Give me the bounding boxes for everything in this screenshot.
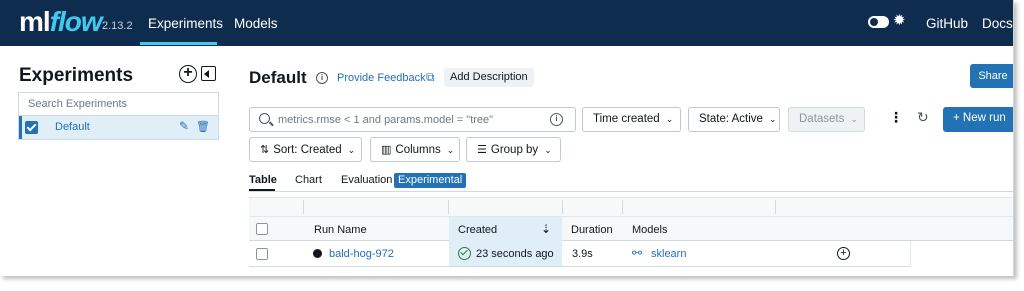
time-created-dropdown[interactable]: Time created ⌄ <box>582 107 681 132</box>
refresh-icon[interactable]: ↻ <box>917 109 929 126</box>
share-button[interactable]: Share <box>970 64 1013 88</box>
more-options-icon[interactable]: ⋮ <box>889 109 903 126</box>
search-experiments-input[interactable]: Search Experiments <box>18 92 219 115</box>
chevron-down-icon: ⌄ <box>544 145 552 155</box>
tab-evaluation[interactable]: Evaluation <box>341 174 392 186</box>
experiment-checkbox[interactable] <box>25 121 38 134</box>
model-link[interactable]: sklearn <box>651 248 686 260</box>
header-run-name[interactable]: Run Name <box>314 224 367 236</box>
column-separator <box>448 200 449 214</box>
plus-icon: + <box>953 112 963 124</box>
sidebar-item-default[interactable]: Default ✎ 🗑 <box>18 115 219 140</box>
active-nav-indicator <box>140 42 217 45</box>
tabs-divider <box>249 191 1013 192</box>
table-group-header <box>249 197 1013 217</box>
list-icon: ☰ <box>477 144 487 156</box>
mlflow-window: mlflow 2.13.2 Experiments Models ✹ GitHu… <box>0 0 1014 276</box>
experiments-sidebar: Experiments + Search Experiments Default… <box>0 46 228 276</box>
selected-indicator <box>19 116 22 139</box>
add-column-icon[interactable]: + <box>837 247 850 260</box>
run-name-link[interactable]: bald-hog-972 <box>329 248 394 260</box>
search-icon <box>259 113 270 124</box>
top-navbar: mlflow 2.13.2 Experiments Models ✹ GitHu… <box>0 0 1013 46</box>
search-info-icon[interactable]: i <box>550 113 563 126</box>
sun-icon: ✹ <box>893 12 906 29</box>
column-separator <box>562 200 563 214</box>
row-checkbox[interactable] <box>256 248 268 260</box>
column-separator <box>303 200 304 214</box>
column-separator <box>622 200 623 214</box>
duration-value: 3.9s <box>572 248 593 260</box>
edit-icon[interactable]: ✎ <box>179 119 189 133</box>
nav-github[interactable]: GitHub <box>926 16 968 31</box>
version-label: 2.13.2 <box>102 20 133 32</box>
info-icon[interactable]: i <box>316 72 328 84</box>
column-separator <box>775 200 776 214</box>
model-icon: ⚯ <box>632 246 643 260</box>
nav-docs[interactable]: Docs <box>982 16 1013 31</box>
add-description-button[interactable]: Add Description <box>444 68 534 87</box>
state-dropdown[interactable]: State: Active ⌄ <box>688 107 780 132</box>
delete-icon[interactable]: 🗑 <box>196 120 210 133</box>
nav-experiments[interactable]: Experiments <box>148 16 223 31</box>
external-link-icon[interactable]: ⧉ <box>426 70 435 85</box>
header-models[interactable]: Models <box>632 224 667 236</box>
columns-icon: ▥ <box>381 144 392 156</box>
sort-descending-icon[interactable]: ⇣ <box>541 222 551 236</box>
chevron-down-icon: ⌄ <box>768 114 777 124</box>
sort-icon: ⇅ <box>260 144 270 156</box>
header-created[interactable]: Created <box>458 224 497 236</box>
chevron-down-icon: ⌄ <box>665 114 674 124</box>
new-run-button[interactable]: + New run <box>943 107 1013 132</box>
sort-dropdown[interactable]: ⇅ Sort: Created ⌄ <box>249 137 362 162</box>
nav-models[interactable]: Models <box>234 16 278 31</box>
columns-dropdown[interactable]: ▥ Columns ⌄ <box>370 137 460 162</box>
chevron-down-icon: ⌄ <box>850 114 858 124</box>
page-title: Default <box>249 68 307 87</box>
experimental-badge: Experimental <box>394 173 467 188</box>
sidebar-title: Experiments <box>19 65 134 86</box>
provide-feedback-link[interactable]: Provide Feedback <box>337 72 426 84</box>
chevron-down-icon: ⌄ <box>347 145 356 155</box>
collapse-sidebar-icon[interactable] <box>201 66 216 81</box>
success-status-icon <box>458 247 471 260</box>
datasets-dropdown[interactable]: Datasets ⌄ <box>788 107 865 132</box>
header-duration[interactable]: Duration <box>571 224 613 236</box>
runs-search-input[interactable]: metrics.rmse < 1 and params.model = "tre… <box>249 107 576 132</box>
created-value: 23 seconds ago <box>476 248 554 260</box>
sidebar-item-label: Default <box>55 121 90 133</box>
run-color-dot[interactable] <box>313 249 322 258</box>
mlflow-logo[interactable]: mlflow <box>19 6 103 38</box>
chevron-down-icon: ⌄ <box>446 145 455 155</box>
tab-table[interactable]: Table <box>249 174 277 186</box>
search-placeholder: metrics.rmse < 1 and params.model = "tre… <box>278 114 494 126</box>
select-all-checkbox[interactable] <box>256 223 268 235</box>
group-by-dropdown[interactable]: ☰ Group by ⌄ <box>466 137 561 162</box>
create-experiment-icon[interactable]: + <box>179 65 197 83</box>
dark-mode-toggle[interactable] <box>868 16 889 28</box>
tab-chart[interactable]: Chart <box>295 174 322 186</box>
